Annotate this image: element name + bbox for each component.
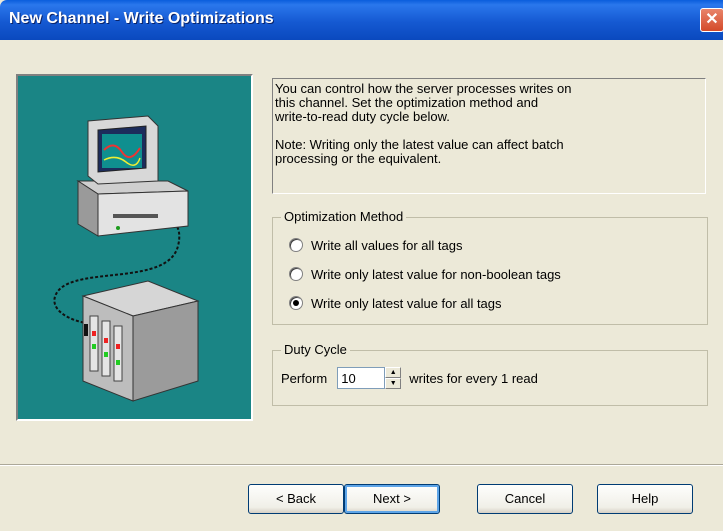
radio-label[interactable]: Write all values for all tags	[311, 238, 463, 253]
note-line: processing or the equivalent.	[275, 151, 442, 166]
computer-monitor-icon	[76, 115, 189, 237]
back-button[interactable]: < Back	[248, 484, 344, 514]
optimization-method-legend: Optimization Method	[281, 209, 407, 225]
radio-label[interactable]: Write only latest value for all tags	[311, 296, 502, 311]
description-line: You can control how the server processes…	[275, 81, 572, 96]
radio-write-all-values[interactable]: Write all values for all tags	[289, 236, 463, 254]
radio-label[interactable]: Write only latest value for non-boolean …	[311, 267, 561, 282]
radio-button[interactable]	[289, 238, 303, 252]
duty-cycle-row: Perform ▲ ▼ writes for every 1 read	[281, 367, 538, 389]
spin-down-button[interactable]: ▼	[385, 378, 402, 389]
radio-button-selected[interactable]	[289, 296, 303, 310]
window-title: New Channel - Write Optimizations	[9, 10, 274, 27]
dialog-window: New Channel - Write Optimizations ✕ You …	[0, 0, 723, 531]
title-bar[interactable]: New Channel - Write Optimizations ✕	[0, 0, 723, 40]
arrow-down-icon: ▼	[389, 380, 397, 387]
computer-and-device-art	[53, 115, 200, 402]
duty-cycle-legend: Duty Cycle	[281, 342, 350, 358]
note-line: Note: Writing only the latest value can …	[275, 137, 564, 152]
writes-suffix-label: writes for every 1 read	[409, 370, 538, 386]
next-button[interactable]: Next >	[344, 484, 440, 514]
spinner-buttons: ▲ ▼	[385, 367, 402, 389]
radio-write-latest-all-tags[interactable]: Write only latest value for all tags	[289, 294, 502, 312]
writes-spinner[interactable]: ▲ ▼	[337, 367, 402, 389]
spin-up-button[interactable]: ▲	[385, 367, 402, 378]
close-button[interactable]: ✕	[700, 8, 723, 32]
cancel-button[interactable]: Cancel	[477, 484, 573, 514]
radio-write-latest-non-boolean[interactable]: Write only latest value for non-boolean …	[289, 265, 561, 283]
description-line: write-to-read duty cycle below.	[275, 109, 450, 124]
wizard-illustration	[16, 74, 253, 421]
close-icon: ✕	[705, 11, 719, 28]
perform-label: Perform	[281, 370, 328, 386]
description-line: this channel. Set the optimization metho…	[275, 95, 539, 110]
plc-device-icon	[81, 280, 200, 402]
writes-count-input[interactable]	[337, 367, 386, 389]
optimization-method-group: Optimization Method Write all values for…	[272, 209, 708, 325]
description-panel: You can control how the server processes…	[272, 78, 706, 194]
arrow-up-icon: ▲	[389, 369, 397, 376]
button-divider	[0, 464, 723, 466]
radio-button[interactable]	[289, 267, 303, 281]
duty-cycle-group: Duty Cycle Perform ▲ ▼ writes for every …	[272, 342, 708, 406]
help-button[interactable]: Help	[597, 484, 693, 514]
